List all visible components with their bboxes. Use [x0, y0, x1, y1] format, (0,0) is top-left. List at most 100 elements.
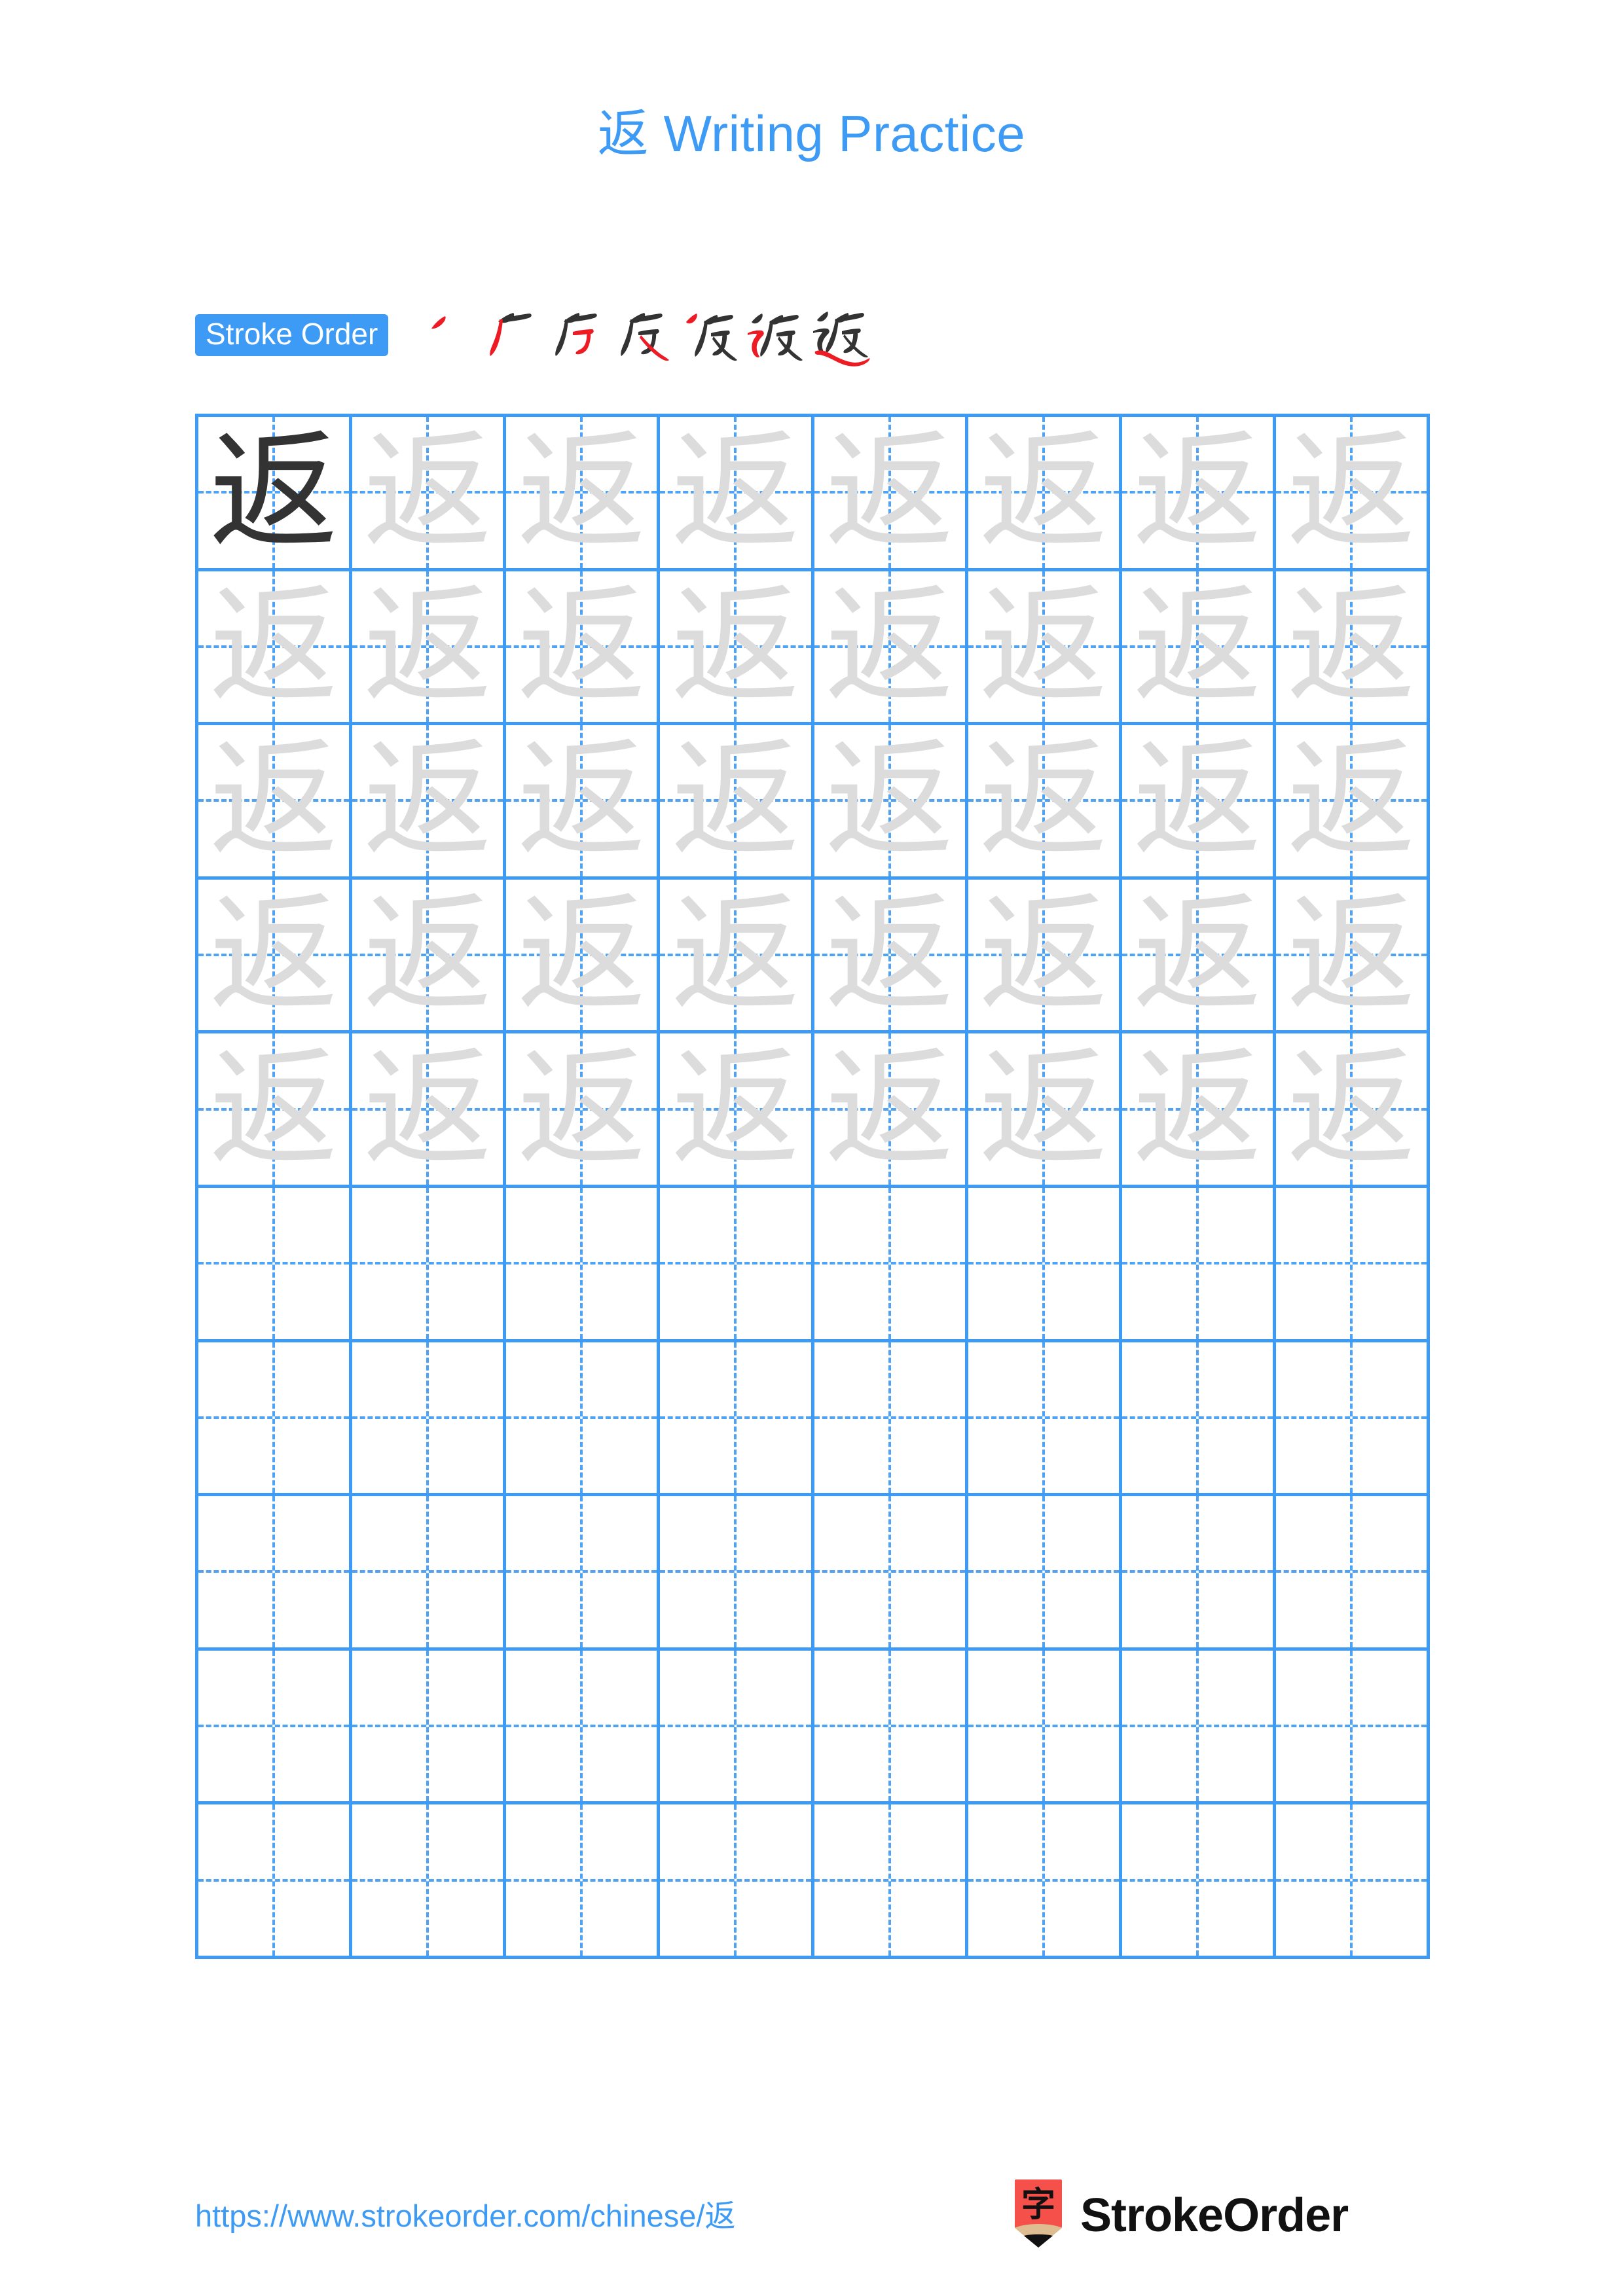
trace-character: 返 — [671, 418, 800, 567]
practice-grid-cell[interactable]: 返 — [1275, 1033, 1430, 1188]
practice-grid-cell[interactable] — [968, 1187, 1122, 1342]
practice-grid-cell[interactable] — [814, 1650, 968, 1805]
practice-grid-cell[interactable]: 返 — [968, 571, 1122, 726]
footer-url-link[interactable]: https://www.strokeorder.com/chinese/返 — [195, 2200, 735, 2231]
practice-grid-cell[interactable] — [814, 1496, 968, 1651]
practice-grid-cell[interactable]: 返 — [814, 571, 968, 726]
practice-grid-cell[interactable] — [814, 1804, 968, 1959]
trace-character: 返 — [517, 880, 646, 1030]
practice-grid-cell[interactable] — [1122, 1804, 1276, 1959]
practice-grid-cell[interactable] — [1122, 1342, 1276, 1497]
practice-grid-cell[interactable]: 返 — [352, 417, 507, 571]
practice-grid-cell[interactable]: 返 — [1122, 1033, 1276, 1188]
practice-grid-cell[interactable] — [1275, 1187, 1430, 1342]
practice-grid-cell[interactable]: 返 — [968, 417, 1122, 571]
practice-grid-cell[interactable]: 返 — [198, 879, 353, 1034]
practice-grid-cell[interactable] — [198, 1804, 353, 1959]
practice-grid-cell[interactable] — [506, 1496, 661, 1651]
practice-grid-cell[interactable]: 返 — [1122, 571, 1276, 726]
practice-grid-cell[interactable] — [352, 1187, 507, 1342]
practice-grid-cell[interactable] — [506, 1342, 661, 1497]
practice-grid-cell[interactable]: 返 — [1275, 417, 1430, 571]
practice-grid-cell[interactable] — [506, 1804, 661, 1959]
practice-grid-cell[interactable] — [968, 1496, 1122, 1651]
practice-grid-cell[interactable]: 返 — [506, 1033, 661, 1188]
practice-grid-cell[interactable] — [1122, 1187, 1276, 1342]
practice-grid-cell[interactable]: 返 — [352, 571, 507, 726]
trace-character: 返 — [210, 571, 338, 721]
practice-grid-cell[interactable]: 返 — [506, 879, 661, 1034]
trace-character: 返 — [825, 880, 954, 1030]
trace-character: 返 — [1286, 418, 1415, 567]
practice-grid-cell[interactable]: 返 — [660, 1033, 814, 1188]
trace-character: 返 — [1133, 726, 1262, 876]
practice-grid-cell[interactable] — [660, 1650, 814, 1805]
practice-grid-cell[interactable]: 返 — [1122, 417, 1276, 571]
practice-grid-cell[interactable] — [1275, 1804, 1430, 1959]
trace-character: 返 — [1133, 1034, 1262, 1184]
practice-grid-cell[interactable] — [506, 1187, 661, 1342]
practice-grid-cell[interactable] — [198, 1342, 353, 1497]
practice-grid-cell[interactable] — [506, 1650, 661, 1805]
practice-grid-cell[interactable] — [198, 1650, 353, 1805]
practice-grid-cell[interactable] — [198, 1187, 353, 1342]
trace-character: 返 — [1286, 880, 1415, 1030]
practice-grid-cell[interactable] — [660, 1804, 814, 1959]
practice-grid-cell[interactable] — [968, 1342, 1122, 1497]
practice-grid-cell[interactable]: 返 — [814, 417, 968, 571]
practice-grid-cell[interactable]: 返 — [814, 879, 968, 1034]
practice-grid-cell[interactable] — [352, 1804, 507, 1959]
practice-grid-cell[interactable]: 返 — [506, 725, 661, 880]
stroke-order-steps — [416, 302, 874, 368]
practice-grid-cell[interactable]: 返 — [1275, 725, 1430, 880]
practice-grid-cell[interactable] — [1275, 1342, 1430, 1497]
practice-grid-cell[interactable]: 返 — [660, 879, 814, 1034]
practice-grid-cell[interactable] — [968, 1804, 1122, 1959]
practice-grid-cell[interactable]: 返 — [660, 725, 814, 880]
practice-grid-cell[interactable]: 返 — [352, 1033, 507, 1188]
practice-grid-cell[interactable]: 返 — [198, 571, 353, 726]
practice-grid-cell[interactable] — [660, 1342, 814, 1497]
practice-grid-cell[interactable] — [1275, 1496, 1430, 1651]
practice-grid-cell[interactable]: 返 — [814, 725, 968, 880]
practice-grid-cell[interactable]: 返 — [814, 1033, 968, 1188]
practice-grid-cell[interactable]: 返 — [198, 417, 353, 571]
practice-grid-cell[interactable] — [1275, 1650, 1430, 1805]
practice-grid-row — [198, 1496, 1430, 1651]
practice-grid-cell[interactable]: 返 — [968, 879, 1122, 1034]
trace-character: 返 — [825, 726, 954, 876]
practice-grid-cell[interactable]: 返 — [1122, 725, 1276, 880]
trace-character: 返 — [517, 1034, 646, 1184]
practice-grid-cell[interactable]: 返 — [968, 1033, 1122, 1188]
practice-grid-cell[interactable]: 返 — [506, 417, 661, 571]
trace-character: 返 — [1286, 1034, 1415, 1184]
practice-grid-cell[interactable]: 返 — [506, 571, 661, 726]
practice-grid-cell[interactable]: 返 — [198, 1033, 353, 1188]
practice-grid-cell[interactable] — [660, 1496, 814, 1651]
practice-grid-cell[interactable]: 返 — [198, 725, 353, 880]
practice-grid-cell[interactable]: 返 — [1275, 879, 1430, 1034]
practice-grid-cell[interactable] — [968, 1650, 1122, 1805]
practice-grid-cell[interactable]: 返 — [352, 725, 507, 880]
practice-grid-cell[interactable]: 返 — [1275, 571, 1430, 726]
practice-grid-cell[interactable]: 返 — [660, 571, 814, 726]
practice-grid-cell[interactable] — [198, 1496, 353, 1651]
practice-grid-cell[interactable]: 返 — [1122, 879, 1276, 1034]
trace-character: 返 — [363, 571, 492, 721]
trace-character: 返 — [210, 880, 338, 1030]
practice-grid-cell[interactable] — [660, 1187, 814, 1342]
practice-grid-cell[interactable] — [1122, 1650, 1276, 1805]
stroke-step-4 — [612, 302, 678, 368]
practice-grid-cell[interactable] — [352, 1342, 507, 1497]
practice-grid-cell[interactable]: 返 — [968, 725, 1122, 880]
trace-character: 返 — [671, 571, 800, 721]
strokeorder-pencil-logo-icon: 字 — [1008, 2179, 1068, 2251]
practice-grid-cell[interactable] — [352, 1496, 507, 1651]
practice-grid-cell[interactable] — [352, 1650, 507, 1805]
practice-grid-cell[interactable] — [814, 1187, 968, 1342]
practice-grid-row — [198, 1804, 1430, 1959]
practice-grid-cell[interactable]: 返 — [660, 417, 814, 571]
practice-grid-cell[interactable]: 返 — [352, 879, 507, 1034]
practice-grid-cell[interactable] — [1122, 1496, 1276, 1651]
practice-grid-cell[interactable] — [814, 1342, 968, 1497]
